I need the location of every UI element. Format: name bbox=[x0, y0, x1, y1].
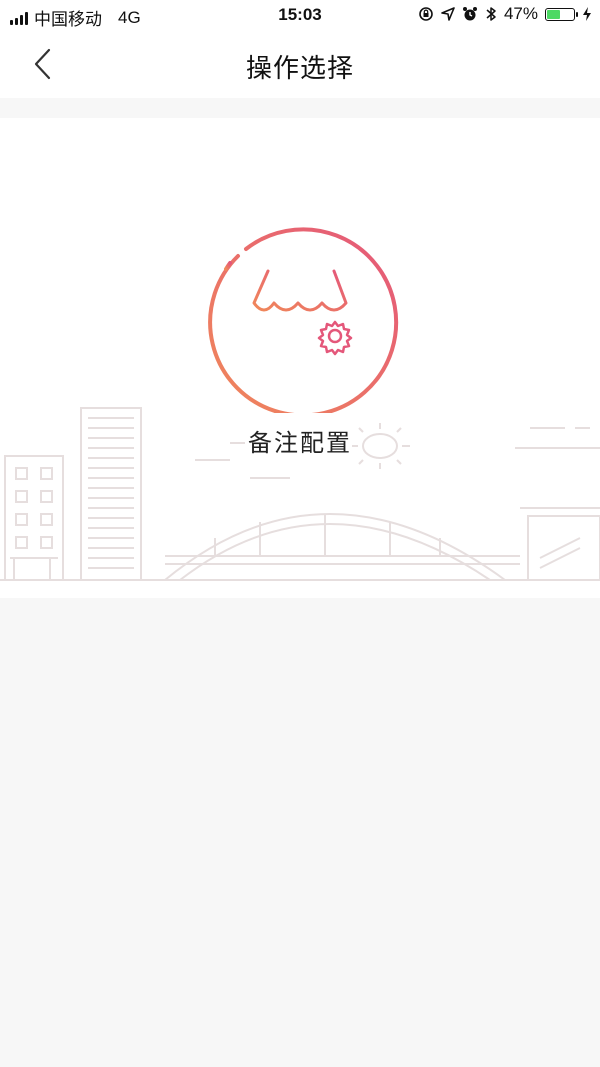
store-settings-icon bbox=[208, 227, 399, 418]
action-note-config-label: 备注配置 bbox=[248, 429, 352, 457]
charging-icon bbox=[583, 7, 591, 21]
battery-icon bbox=[545, 7, 578, 21]
status-bar: 中国移动 4G 15:03 47% bbox=[0, 0, 600, 30]
bluetooth-icon bbox=[486, 7, 496, 21]
action-panel: 备注配置 bbox=[0, 118, 600, 598]
page-title: 操作选择 bbox=[245, 54, 354, 84]
status-right: 47% bbox=[418, 4, 592, 24]
nav-bar: 操作选择 bbox=[0, 30, 600, 98]
location-icon bbox=[441, 7, 455, 21]
rotation-lock-icon bbox=[419, 7, 433, 21]
battery-percent: 47% bbox=[503, 4, 538, 23]
divider-band bbox=[0, 98, 600, 118]
alarm-icon bbox=[462, 7, 477, 21]
